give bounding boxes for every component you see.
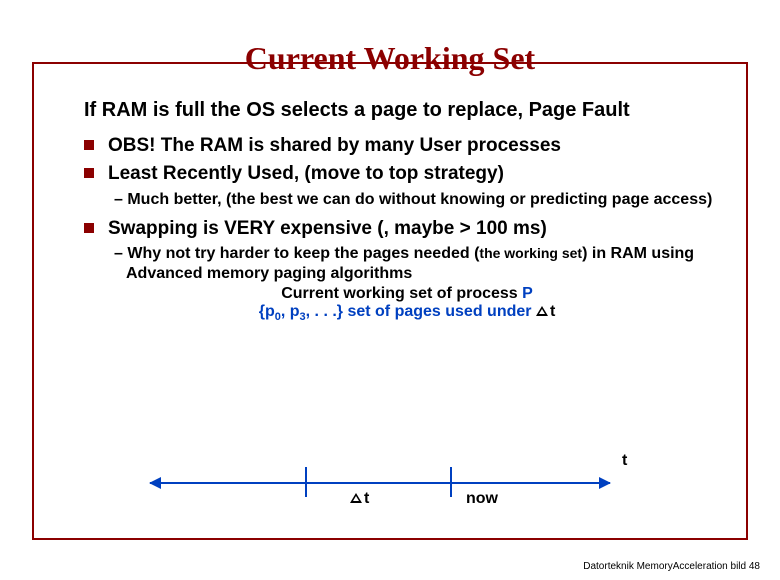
- diagram-deltaT: t: [350, 490, 369, 508]
- time-axis-line: [150, 482, 610, 484]
- diagram-deltaT-text: t: [364, 490, 369, 507]
- time-diagram: t t now: [150, 450, 670, 514]
- tick-delta-t: [305, 467, 307, 497]
- bullet-obs: OBS! The RAM is shared by many User proc…: [82, 134, 732, 158]
- delta-icon-2: [350, 493, 362, 503]
- slide-footer: Datorteknik MemoryAcceleration bild 48: [583, 561, 760, 572]
- axis-arrow-right-icon: [599, 477, 611, 489]
- diagram-now: now: [466, 490, 498, 508]
- axis-label-t: t: [622, 452, 627, 470]
- tick-now: [450, 467, 452, 497]
- bullet-lru: Least Recently Used, (move to top strate…: [82, 162, 732, 186]
- delta-icon: [536, 306, 548, 316]
- bullet-swap: Swapping is VERY expensive (, maybe > 10…: [82, 217, 732, 241]
- axis-arrow-left-icon: [149, 477, 161, 489]
